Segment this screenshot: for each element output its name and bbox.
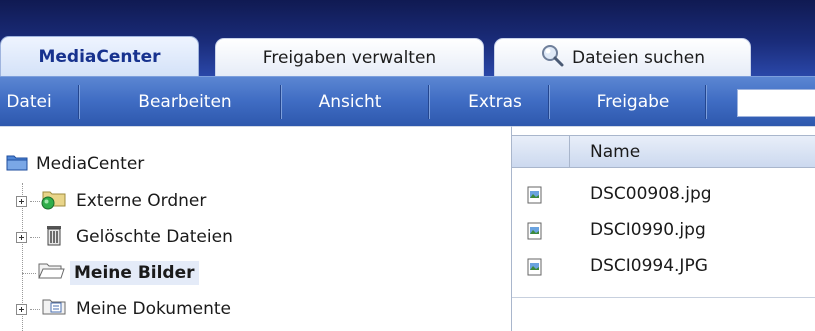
menu-file[interactable]: Datei [0,77,58,127]
menu-extras[interactable]: Extras [450,77,540,127]
tab-mediacenter[interactable]: MediaCenter [0,36,199,76]
tree-node-label: MediaCenter [36,154,145,174]
menu-separator [548,85,550,119]
search-icon [540,43,564,72]
folder-open-icon [36,260,66,287]
tree-branch-line [30,200,40,202]
menu-bar: Datei Bearbeiten Ansicht Extras Freigabe [0,76,815,126]
tree-node-deleted-files[interactable]: Gelöschte Dateien [16,222,233,252]
tree-node-label: Gelöschte Dateien [76,227,233,247]
tab-label: MediaCenter [38,46,161,67]
menu-edit[interactable]: Bearbeiten [110,77,260,127]
menu-separator [280,85,282,119]
tree-node-label: Externe Ordner [76,191,207,211]
tree-node-external-folders[interactable]: Externe Ordner [16,186,206,216]
file-list: Name DSC00908.jpg DSCI0990.jpg DSCI0994.… [512,126,815,331]
file-row[interactable]: DSCI0990.jpg [512,213,815,247]
image-file-icon [526,258,544,280]
tree-node-label: Meine Bilder [70,261,199,285]
file-list-header: Name [512,135,815,168]
menu-separator [705,85,707,119]
tab-label: Dateien suchen [572,47,705,68]
expand-icon[interactable] [16,231,27,243]
external-folder-icon [40,188,68,215]
menu-separator [428,85,430,119]
file-row[interactable]: DSC00908.jpg [512,177,815,211]
menu-separator [78,85,80,119]
tab-manage-shares[interactable]: Freigaben verwalten [215,38,484,76]
column-header-icon[interactable] [512,136,570,167]
tree-branch-line [30,308,40,310]
tree-node-label: Meine Dokumente [76,299,231,319]
file-name: DSCI0994.JPG [590,256,708,276]
image-file-icon [526,186,544,208]
expand-icon[interactable] [16,303,27,315]
tree-node-my-pictures[interactable]: Meine Bilder [22,258,199,288]
column-header-name[interactable]: Name [590,136,640,167]
folder-icon [6,152,28,177]
documents-folder-icon [40,296,68,323]
menu-share[interactable]: Freigabe [568,77,698,127]
tree-node-mediacenter[interactable]: MediaCenter [6,149,144,179]
file-name: DSC00908.jpg [590,184,712,204]
folder-tree: MediaCenter Externe Ordner Gelöschte Dat… [0,126,512,331]
tab-search-files[interactable]: Dateien suchen [494,38,751,76]
tree-branch-line [30,236,40,238]
tree-node-my-documents[interactable]: Meine Dokumente [16,294,231,324]
tree-branch-line [22,272,36,274]
list-divider [512,297,815,298]
tab-label: Freigaben verwalten [262,47,437,68]
menu-view[interactable]: Ansicht [290,77,410,127]
search-input[interactable] [737,89,815,117]
image-file-icon [526,222,544,244]
trash-icon [40,224,68,251]
tab-bar: MediaCenter Freigaben verwalten Dateien … [0,0,815,76]
expand-icon[interactable] [16,195,27,207]
file-row[interactable]: DSCI0994.JPG [512,249,815,283]
file-name: DSCI0990.jpg [590,220,706,240]
